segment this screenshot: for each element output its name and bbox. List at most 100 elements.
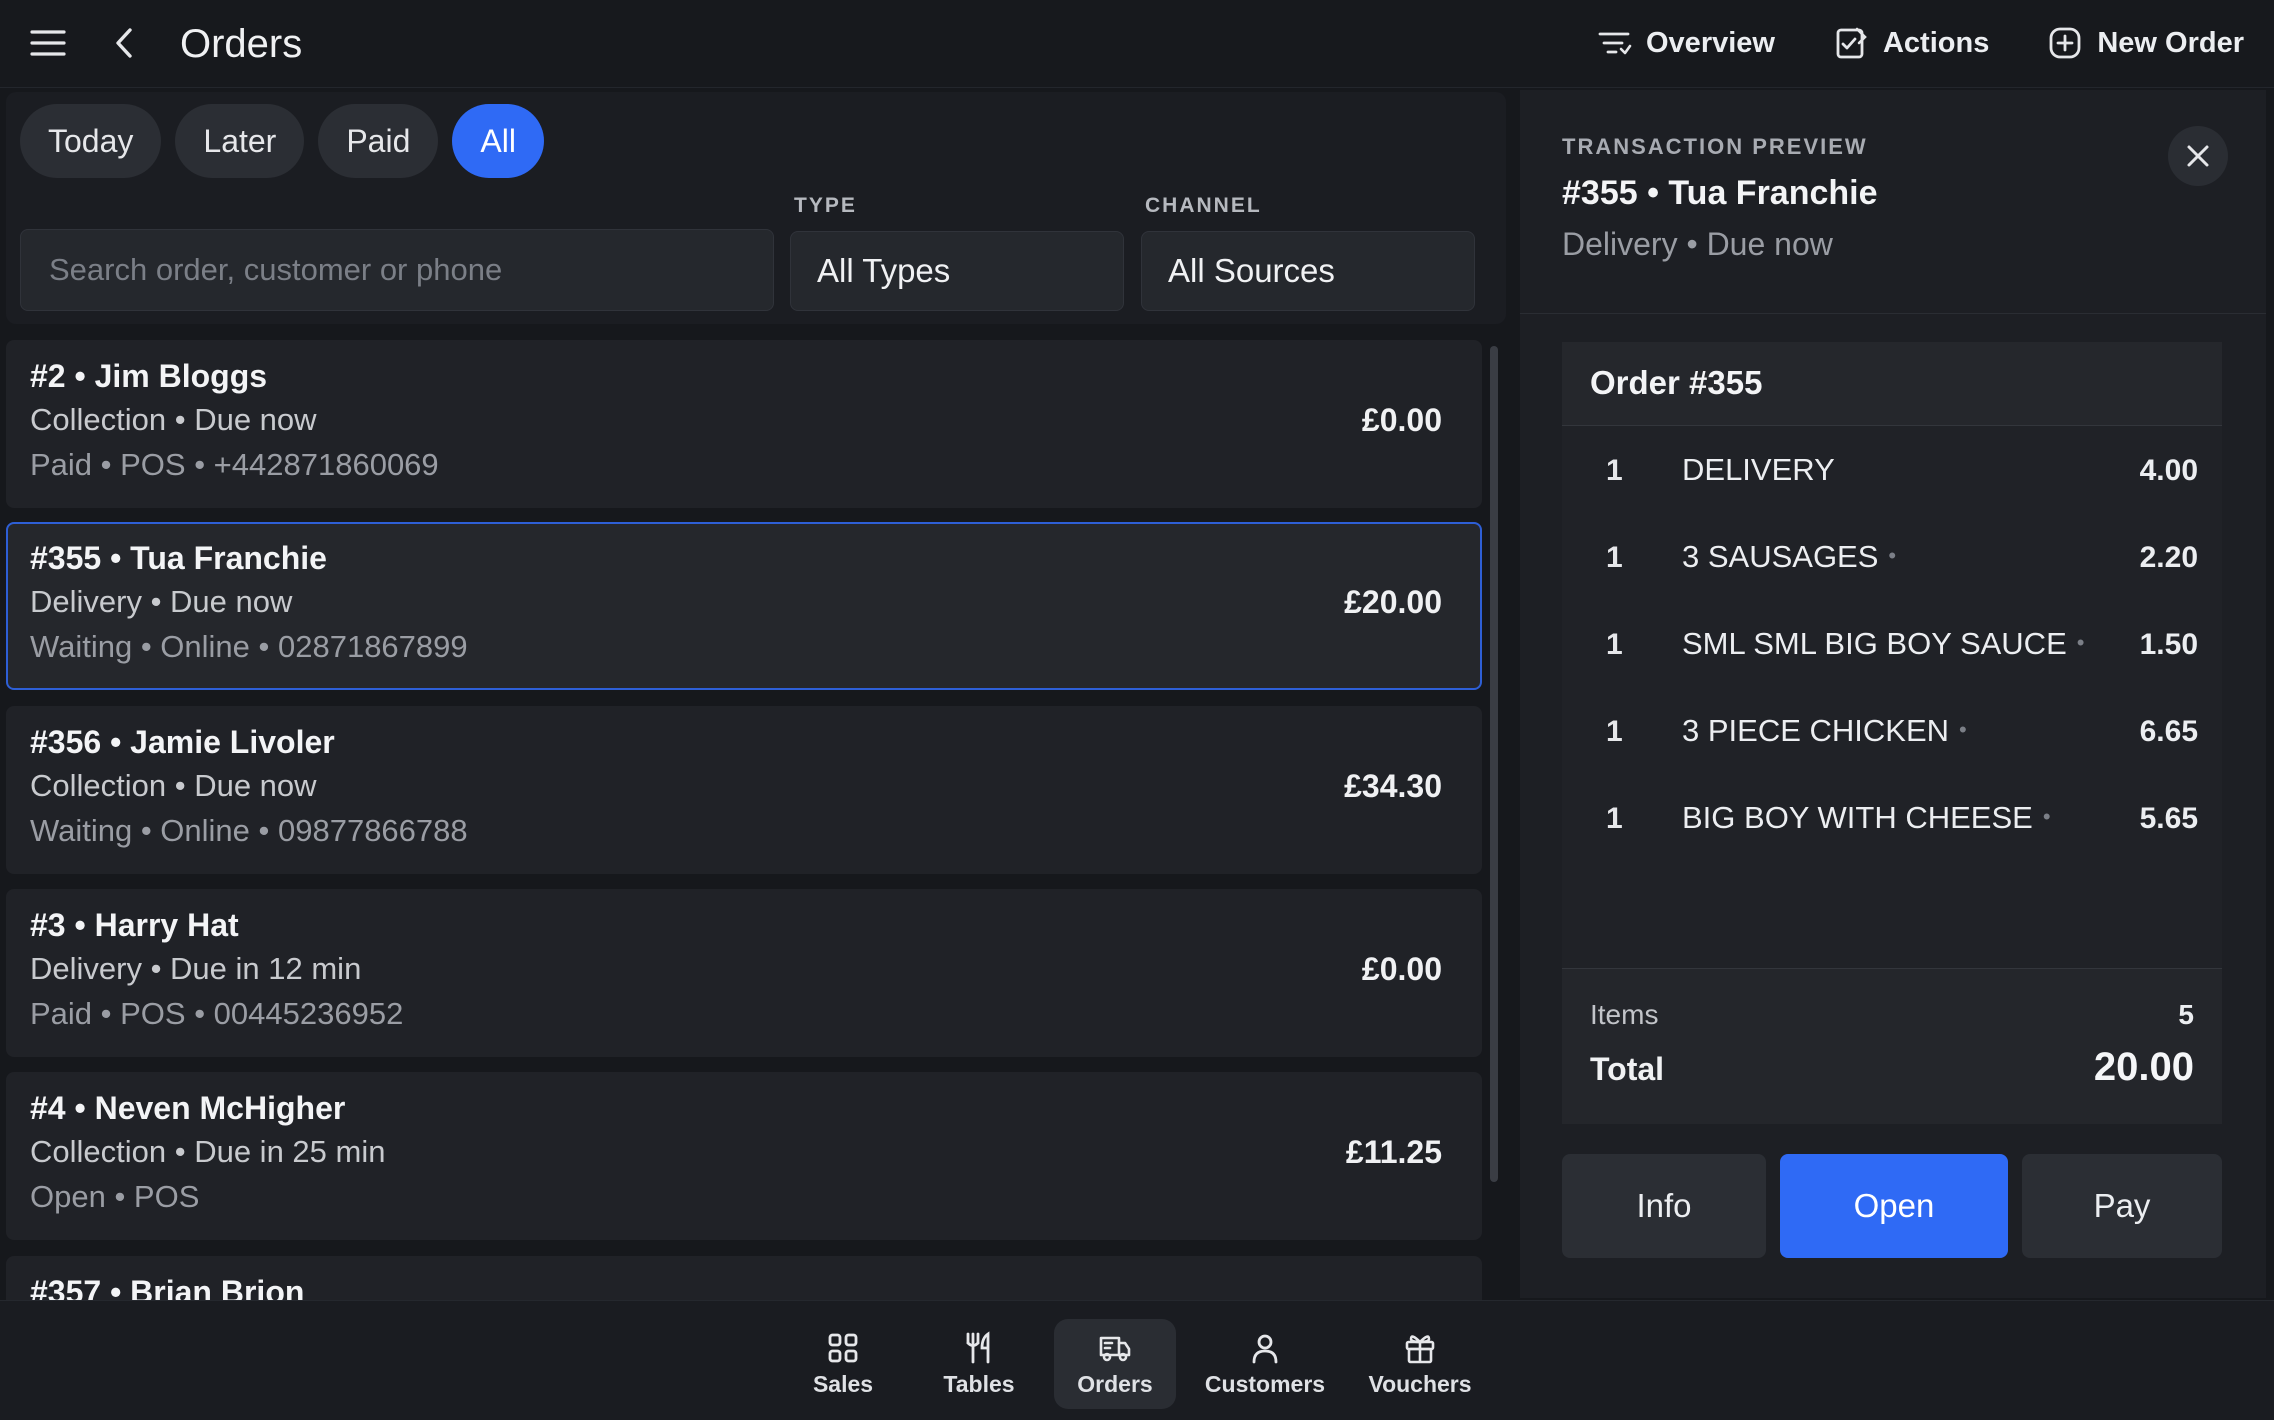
nav-tables-label: Tables <box>943 1371 1015 1397</box>
filter-lines-icon <box>1598 32 1632 55</box>
order-card[interactable]: #2 • Jim Bloggs Collection • Due now Pai… <box>6 340 1482 508</box>
actions-button[interactable]: Actions <box>1833 25 1989 61</box>
item-name: DELIVERY <box>1682 452 1835 487</box>
grid-icon <box>828 1333 858 1363</box>
preview-title: #355 • Tua Franchie <box>1562 174 1878 212</box>
item-name: 3 PIECE CHICKEN • <box>1682 713 1967 748</box>
order-title: #4 • Neven McHigher <box>30 1090 346 1126</box>
preview-header: TRANSACTION PREVIEW #355 • Tua Franchie … <box>1520 90 2266 314</box>
receipt-item: 1 3 SAUSAGES • 2.20 <box>1562 527 2222 587</box>
close-preview-button[interactable] <box>2168 126 2228 186</box>
order-list: #2 • Jim Bloggs Collection • Due now Pai… <box>6 340 1482 1300</box>
order-price: £0.00 <box>1361 402 1442 438</box>
item-qty: 1 <box>1606 628 1623 661</box>
total-value: 20.00 <box>2093 1045 2194 1089</box>
order-price: £0.00 <box>1361 951 1442 987</box>
header-actions: Overview Actions New Order <box>1596 18 2244 68</box>
nav-customers[interactable]: Customers <box>1198 1319 1332 1409</box>
order-title: #357 • Brian Brion <box>30 1274 305 1300</box>
chip-later[interactable]: Later <box>175 104 305 178</box>
receipt-totals: Items 5 Total 20.00 <box>1562 968 2222 1124</box>
order-card[interactable]: #357 • Brian Brion <box>6 1256 1482 1300</box>
items-count-label: Items <box>1590 999 1659 1030</box>
nav-orders-label: Orders <box>1077 1371 1153 1397</box>
items-count-value: 5 <box>2178 999 2194 1030</box>
top-bar: Orders Overview Actions New Order <box>0 0 2274 88</box>
item-name: BIG BOY WITH CHEESE • <box>1682 800 2051 835</box>
delivery-truck-icon <box>1099 1336 1131 1362</box>
pay-button[interactable]: Pay <box>2022 1154 2222 1258</box>
order-type-due: Delivery • Due in 12 min <box>30 951 362 986</box>
checklist-icon <box>1836 27 1867 59</box>
item-price: 1.50 <box>2139 628 2198 661</box>
chip-paid[interactable]: Paid <box>318 104 439 178</box>
order-type-due: Delivery • Due now <box>30 584 293 619</box>
info-button[interactable]: Info <box>1562 1154 1766 1258</box>
search-input[interactable] <box>20 229 774 311</box>
order-card[interactable]: #356 • Jamie Livoler Collection • Due no… <box>6 706 1482 874</box>
nav-sales[interactable]: Sales <box>786 1319 900 1409</box>
order-type-due: Collection • Due now <box>30 768 317 803</box>
order-status-source: Waiting • Online • 02871867899 <box>30 629 468 664</box>
item-price: 5.65 <box>2139 802 2198 835</box>
order-title: #2 • Jim Bloggs <box>30 358 268 394</box>
item-price: 2.20 <box>2139 541 2198 574</box>
order-status-source: Paid • POS • 00445236952 <box>30 996 404 1031</box>
nav-customers-label: Customers <box>1204 1371 1326 1397</box>
order-type-due: Collection • Due now <box>30 402 317 437</box>
nav-orders[interactable]: Orders <box>1054 1319 1176 1409</box>
type-select[interactable]: All Types <box>790 231 1124 311</box>
item-qty: 1 <box>1606 454 1623 487</box>
transaction-preview-panel: TRANSACTION PREVIEW #355 • Tua Franchie … <box>1520 90 2266 1298</box>
new-order-label: New Order <box>2097 26 2244 59</box>
overview-label: Overview <box>1646 26 1775 59</box>
gift-icon <box>1405 1335 1435 1364</box>
order-receipt: Order #355 1 DELIVERY 4.00 1 3 SAUSAGES •… <box>1562 342 2222 1124</box>
order-type-due: Collection • Due in 25 min <box>30 1134 386 1169</box>
order-status-source: Open • POS <box>30 1179 200 1214</box>
nav-vouchers-label: Vouchers <box>1368 1371 1472 1397</box>
order-card[interactable]: #3 • Harry Hat Delivery • Due in 12 min … <box>6 889 1482 1057</box>
order-status-source: Waiting • Online • 09877866788 <box>30 813 468 848</box>
receipt-item: 1 BIG BOY WITH CHEESE • 5.65 <box>1562 788 2222 848</box>
filter-chips: Today Later Paid All <box>20 104 544 178</box>
page-title: Orders <box>180 22 303 66</box>
chip-today[interactable]: Today <box>20 104 162 178</box>
type-label: TYPE <box>794 194 857 217</box>
preview-subtitle: Delivery • Due now <box>1562 226 1833 262</box>
person-icon <box>1252 1334 1278 1364</box>
back-arrow-icon[interactable] <box>110 26 140 60</box>
nav-vouchers[interactable]: Vouchers <box>1356 1319 1484 1409</box>
order-list-scrollbar[interactable] <box>1490 346 1498 1182</box>
nav-sales-label: Sales <box>812 1371 874 1397</box>
order-price: £11.25 <box>1345 1134 1442 1170</box>
channel-select[interactable]: All Sources <box>1141 231 1475 311</box>
order-title: #3 • Harry Hat <box>30 907 239 943</box>
item-name: SML SML BIG BOY SAUCE • <box>1682 626 2085 661</box>
channel-label: CHANNEL <box>1145 194 1262 217</box>
order-card[interactable]: #4 • Neven McHigher Collection • Due in … <box>6 1072 1482 1240</box>
item-price: 4.00 <box>2139 454 2198 487</box>
receipt-item: 1 DELIVERY 4.00 <box>1562 440 2222 500</box>
preview-label: TRANSACTION PREVIEW <box>1562 134 1868 159</box>
order-card-selected[interactable]: #355 • Tua Franchie Delivery • Due now W… <box>6 522 1482 690</box>
order-status-source: Paid • POS • +442871860069 <box>30 447 439 482</box>
order-title: #356 • Jamie Livoler <box>30 724 335 760</box>
menu-icon[interactable] <box>30 28 66 58</box>
close-icon <box>2187 145 2209 167</box>
order-price: £20.00 <box>1344 584 1442 620</box>
nav-tables[interactable]: Tables <box>922 1319 1036 1409</box>
filter-panel: Today Later Paid All TYPE CHANNEL All Ty… <box>6 92 1506 324</box>
cutlery-icon <box>966 1331 990 1364</box>
open-button[interactable]: Open <box>1780 1154 2008 1258</box>
overview-button[interactable]: Overview <box>1596 25 1775 61</box>
plus-circle-icon <box>2049 27 2081 59</box>
actions-label: Actions <box>1882 26 1990 59</box>
item-name: 3 SAUSAGES • <box>1682 539 1897 574</box>
receipt-header: Order #355 <box>1562 342 2222 426</box>
new-order-button[interactable]: New Order <box>2047 25 2244 61</box>
order-title: #355 • Tua Franchie <box>30 540 327 576</box>
item-qty: 1 <box>1606 802 1623 835</box>
chip-all[interactable]: All <box>452 104 544 178</box>
receipt-item: 1 SML SML BIG BOY SAUCE • 1.50 <box>1562 614 2222 674</box>
